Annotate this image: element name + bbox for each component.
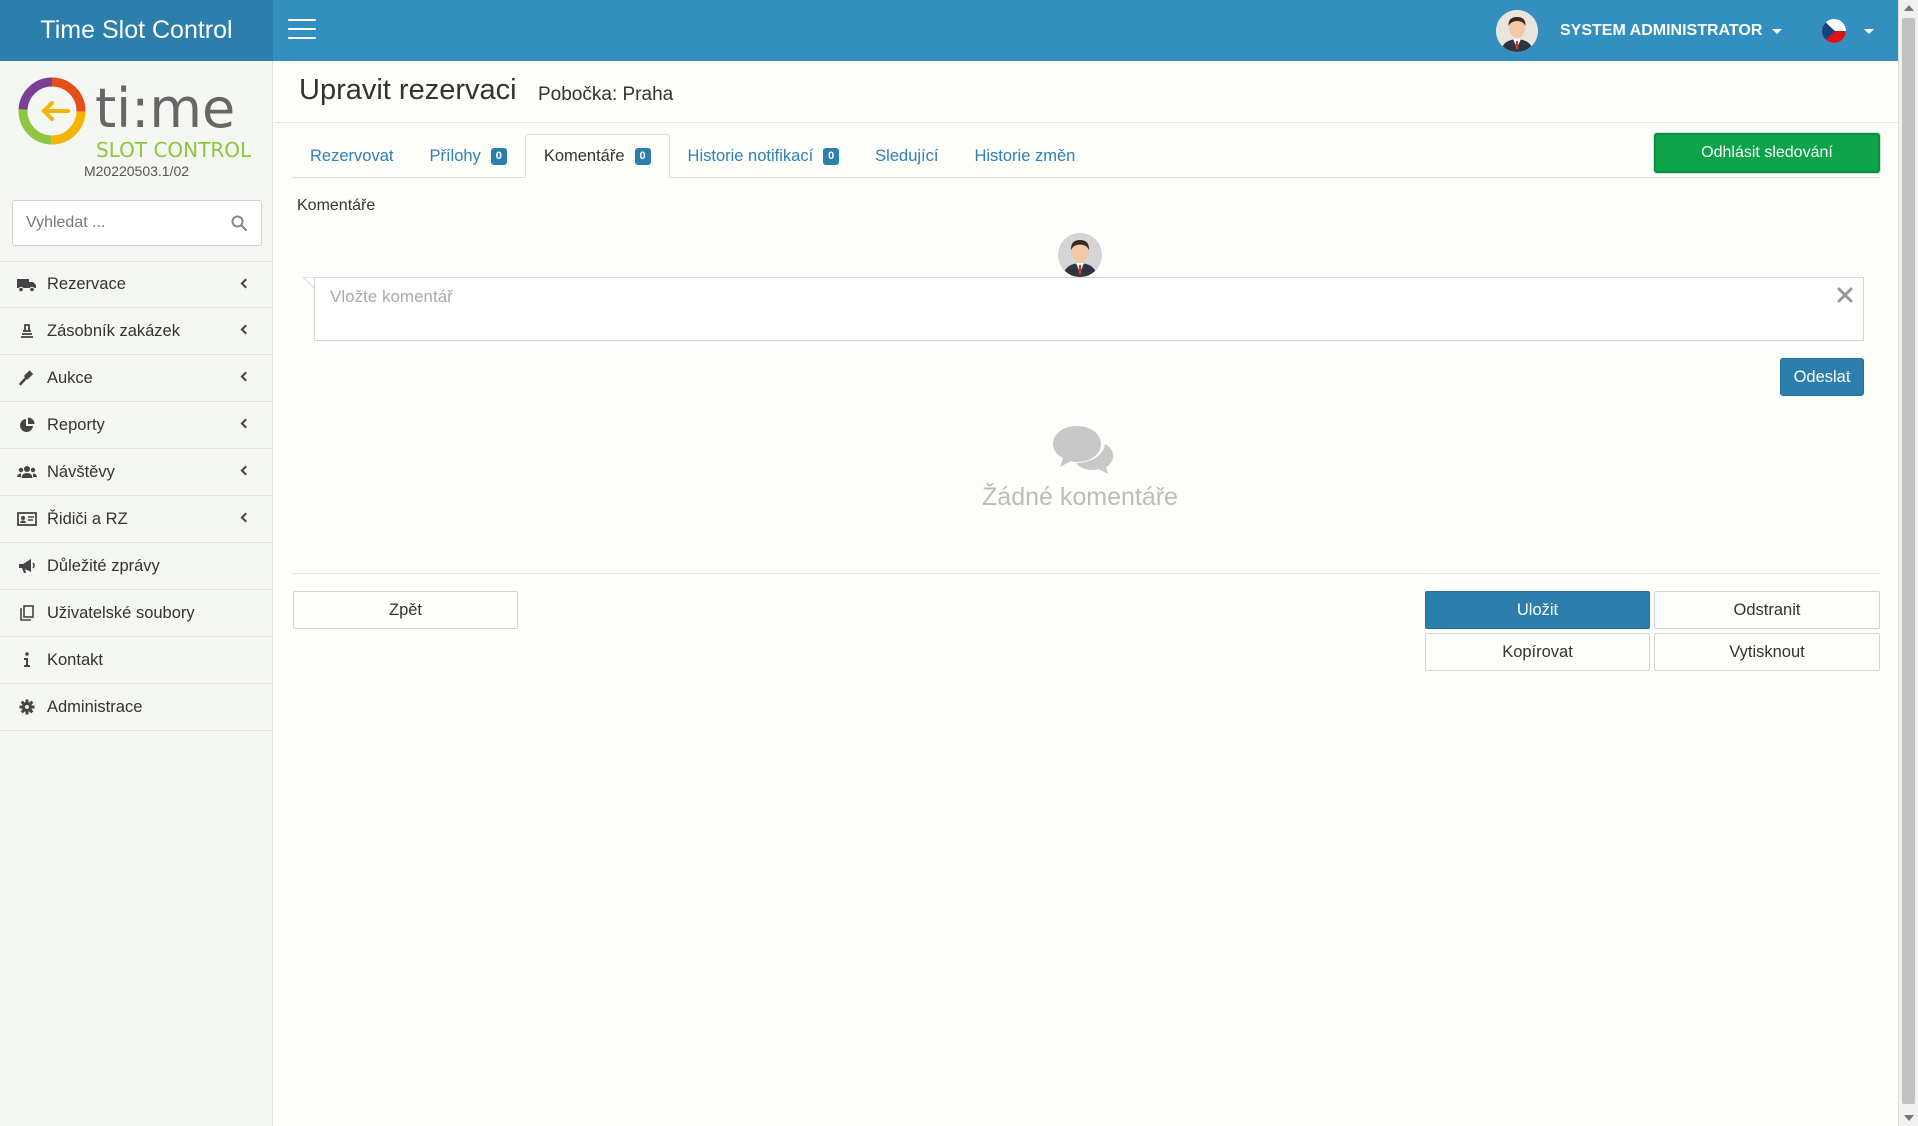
sidebar-item-label: Důležité zprávy (47, 556, 160, 575)
page-title: Upravit rezervaci (299, 74, 517, 106)
tab-bar: Rezervovat Přílohy 0 Komentáře 0 Histori… (292, 134, 1093, 178)
chevron-down-icon (1864, 28, 1874, 34)
comments-section-label: Komentáře (297, 197, 376, 214)
sidebar-item-zasobnik-zakazek[interactable]: Zásobník zakázek (0, 308, 273, 355)
sidebar-item-label: Reporty (47, 415, 105, 434)
save-button[interactable]: Uložit (1425, 591, 1650, 629)
back-button[interactable]: Zpět (293, 591, 518, 629)
tab-label: Komentáře (543, 147, 625, 165)
megaphone-icon (17, 558, 37, 574)
user-menu[interactable]: SYSTEM ADMINISTRATOR (1496, 10, 1783, 52)
gavel-icon (17, 370, 37, 386)
scroll-down-icon[interactable] (1904, 1115, 1914, 1121)
empty-state-text: Žádné komentáře (982, 483, 1178, 511)
avatar (1496, 10, 1538, 52)
sidebar-item-label: Administrace (47, 697, 143, 716)
tab-sledujici[interactable]: Sledující (857, 134, 956, 178)
chevron-left-icon (240, 371, 251, 382)
truck-icon (17, 277, 37, 293)
logo-text: ti:me (95, 77, 235, 140)
divider (292, 573, 1880, 574)
count-badge: 0 (823, 147, 840, 165)
chevron-down-icon (1772, 28, 1783, 34)
count-badge: 0 (634, 147, 651, 165)
app-version: M20220503.1/02 (83, 163, 190, 179)
sidebar-item-label: Návštěvy (47, 462, 115, 481)
sidebar-search (12, 200, 262, 246)
tab-label: Přílohy (429, 147, 481, 165)
avatar (1058, 233, 1102, 277)
sidebar-item-rezervace[interactable]: Rezervace (0, 261, 273, 308)
tab-label: Sledující (875, 147, 939, 165)
sidebar-item-label: Rezervace (47, 275, 126, 293)
page-scrollbar[interactable] (1898, 0, 1918, 1126)
close-icon[interactable] (1835, 285, 1855, 305)
gear-icon (17, 699, 37, 715)
tab-rezervovat[interactable]: Rezervovat (292, 134, 411, 178)
print-button[interactable]: Vytisknout (1654, 633, 1880, 671)
sidebar-item-kontakt[interactable]: Kontakt (0, 637, 273, 684)
scroll-up-icon[interactable] (1904, 5, 1914, 11)
count-badge: 0 (490, 147, 507, 165)
app-title[interactable]: Time Slot Control (0, 0, 273, 61)
tab-historie-notifikaci[interactable]: Historie notifikací 0 (670, 134, 858, 178)
time-slot-control-logo: ti:me SLOT CONTROL (16, 73, 258, 165)
divider (274, 122, 1898, 123)
sidebar-item-uzivatelske-soubory[interactable]: Uživatelské soubory (0, 590, 273, 637)
czech-flag-icon (1822, 19, 1846, 43)
sidebar-item-label: Řidiči a RZ (47, 509, 128, 528)
id-card-icon (17, 511, 37, 527)
tab-historie-zmen[interactable]: Historie změn (956, 134, 1093, 178)
search-icon[interactable] (231, 215, 247, 231)
search-input[interactable] (13, 201, 213, 245)
tab-prilohy[interactable]: Přílohy 0 (411, 134, 524, 178)
tab-label: Historie notifikací (687, 147, 814, 165)
chevron-left-icon (240, 418, 251, 429)
tab-komentare[interactable]: Komentáře 0 (524, 134, 670, 178)
chevron-left-icon (240, 324, 251, 335)
sidebar-item-dulezite-zpravy[interactable]: Důležité zprávy (0, 543, 273, 590)
tab-label: Rezervovat (310, 147, 394, 165)
sidebar-item-label: Kontakt (47, 650, 103, 669)
comment-input[interactable] (315, 278, 1795, 338)
comment-input-wrapper (314, 277, 1864, 341)
copy-button[interactable]: Kopírovat (1425, 633, 1650, 671)
stack-icon (17, 323, 37, 339)
page-subtitle: Pobočka: Praha (538, 84, 674, 105)
top-bar: Time Slot Control SYSTEM ADMINISTRATOR (0, 0, 1898, 61)
sidebar-item-label: Uživatelské soubory (47, 603, 195, 622)
sidebar-item-label: Aukce (47, 368, 93, 387)
files-icon (17, 605, 37, 621)
chevron-left-icon (240, 512, 251, 523)
sidebar: ti:me SLOT CONTROL M20220503.1/02 Rezerv… (0, 61, 273, 1126)
scroll-thumb[interactable] (1902, 18, 1915, 1104)
users-icon (17, 464, 37, 480)
info-icon (17, 652, 37, 668)
pie-chart-icon (17, 417, 37, 433)
comments-icon (1053, 426, 1113, 474)
chevron-left-icon (240, 465, 251, 476)
sidebar-item-aukce[interactable]: Aukce (0, 355, 273, 402)
send-comment-button[interactable]: Odeslat (1780, 358, 1864, 396)
sidebar-item-administrace[interactable]: Administrace (0, 684, 273, 731)
language-selector[interactable] (1822, 19, 1874, 43)
user-name: SYSTEM ADMINISTRATOR (1560, 22, 1763, 39)
delete-button[interactable]: Odstranit (1654, 591, 1880, 629)
sidebar-item-reporty[interactable]: Reporty (0, 402, 273, 449)
sidebar-item-label: Zásobník zakázek (47, 321, 180, 340)
tab-label: Historie změn (974, 147, 1076, 165)
chevron-left-icon (240, 278, 251, 289)
logo-subtext: SLOT CONTROL (96, 138, 252, 162)
menu-toggle-icon[interactable] (288, 19, 316, 41)
unfollow-button[interactable]: Odhlásit sledování (1654, 133, 1880, 173)
